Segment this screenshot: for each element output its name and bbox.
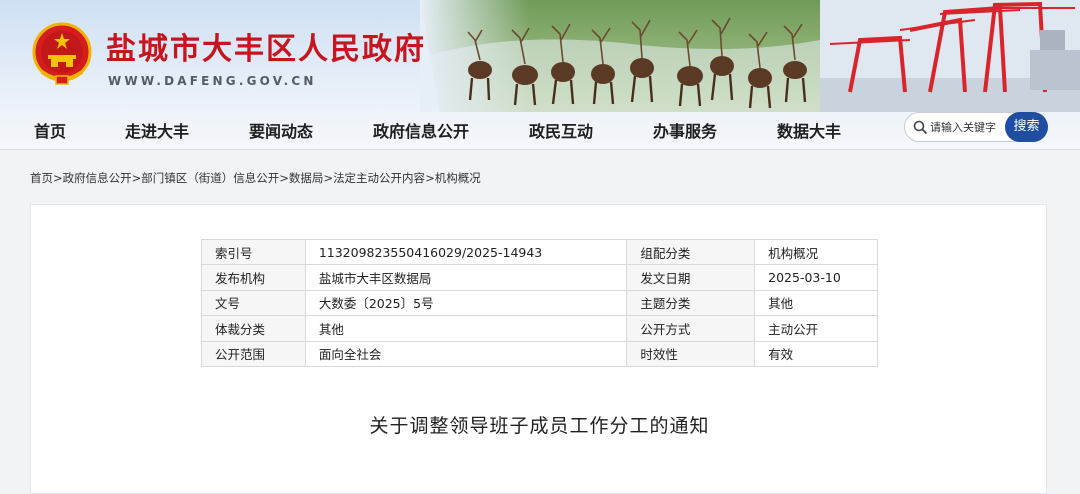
meta-label: 组配分类 (626, 238, 756, 266)
search-icon (913, 120, 928, 135)
meta-value: 2025-03-10 (754, 264, 878, 291)
meta-label: 文号 (201, 289, 306, 317)
meta-label: 主题分类 (626, 289, 756, 317)
search-button[interactable]: 搜索 (1005, 112, 1048, 142)
table-row: 文号 大数委〔2025〕5号 主题分类 其他 (201, 289, 878, 317)
meta-label: 公开范围 (201, 340, 306, 367)
breadcrumb: 首页>政府信息公开>部门镇区（街道）信息公开>数据局>法定主动公开内容>机构概况 (30, 170, 481, 186)
meta-value: 其他 (754, 289, 878, 317)
meta-label: 索引号 (201, 238, 306, 266)
meta-value: 大数委〔2025〕5号 (304, 289, 628, 317)
breadcrumb-separator: > (131, 171, 142, 185)
nav-item-about-dafeng[interactable]: 走进大丰 (125, 118, 189, 142)
breadcrumb-home[interactable]: 首页 (30, 171, 53, 185)
nav-item-services[interactable]: 办事服务 (653, 118, 717, 142)
breadcrumb-data-bureau[interactable]: 数据局 (289, 171, 324, 185)
meta-label: 公开方式 (626, 315, 756, 342)
breadcrumb-statutory-content[interactable]: 法定主动公开内容 (333, 171, 425, 185)
meta-value: 113209823550416029/2025-14943 (304, 238, 628, 266)
meta-label: 发文日期 (626, 264, 756, 291)
meta-value: 主动公开 (754, 315, 878, 342)
search-box: 搜索 (904, 112, 1048, 142)
document-meta-table: 索引号 113209823550416029/2025-14943 组配分类 机… (201, 238, 878, 367)
table-row: 公开范围 面向全社会 时效性 有效 (201, 340, 878, 367)
site-header: 盐城市大丰区人民政府 WWW.DAFENG.GOV.CN 首页 走进大丰 要闻动… (0, 0, 1080, 150)
meta-value: 面向全社会 (304, 340, 628, 367)
nav-item-home[interactable]: 首页 (34, 118, 66, 142)
site-url: WWW.DAFENG.GOV.CN (108, 74, 317, 88)
breadcrumb-dept-info[interactable]: 部门镇区（街道）信息公开 (141, 171, 279, 185)
meta-label: 发布机构 (201, 264, 306, 291)
breadcrumb-separator: > (425, 171, 435, 185)
table-row: 体裁分类 其他 公开方式 主动公开 (201, 315, 878, 342)
breadcrumb-separator: > (53, 171, 63, 185)
meta-label: 时效性 (626, 340, 756, 367)
meta-value: 机构概况 (754, 238, 878, 266)
national-emblem-logo (32, 22, 92, 85)
meta-value: 有效 (754, 340, 878, 367)
nav-item-gov-info[interactable]: 政府信息公开 (373, 118, 469, 142)
article-panel: 索引号 113209823550416029/2025-14943 组配分类 机… (30, 204, 1047, 494)
breadcrumb-separator: > (279, 171, 289, 185)
meta-label: 体裁分类 (201, 315, 306, 342)
breadcrumb-org-overview[interactable]: 机构概况 (435, 171, 481, 185)
breadcrumb-separator: > (323, 171, 334, 185)
document-title: 关于调整领导班子成员工作分工的通知 (369, 415, 710, 437)
nav-item-data-dafeng[interactable]: 数据大丰 (777, 118, 841, 142)
meta-value: 盐城市大丰区数据局 (304, 264, 628, 291)
breadcrumb-gov-info[interactable]: 政府信息公开 (63, 171, 132, 185)
search-input[interactable] (930, 118, 1004, 137)
site-name: 盐城市大丰区人民政府 (106, 32, 426, 67)
table-row: 发布机构 盐城市大丰区数据局 发文日期 2025-03-10 (201, 264, 878, 291)
nav-item-news[interactable]: 要闻动态 (249, 118, 313, 142)
nav-item-interaction[interactable]: 政民互动 (529, 118, 593, 142)
meta-value: 其他 (304, 315, 628, 342)
table-row: 索引号 113209823550416029/2025-14943 组配分类 机… (201, 238, 878, 266)
